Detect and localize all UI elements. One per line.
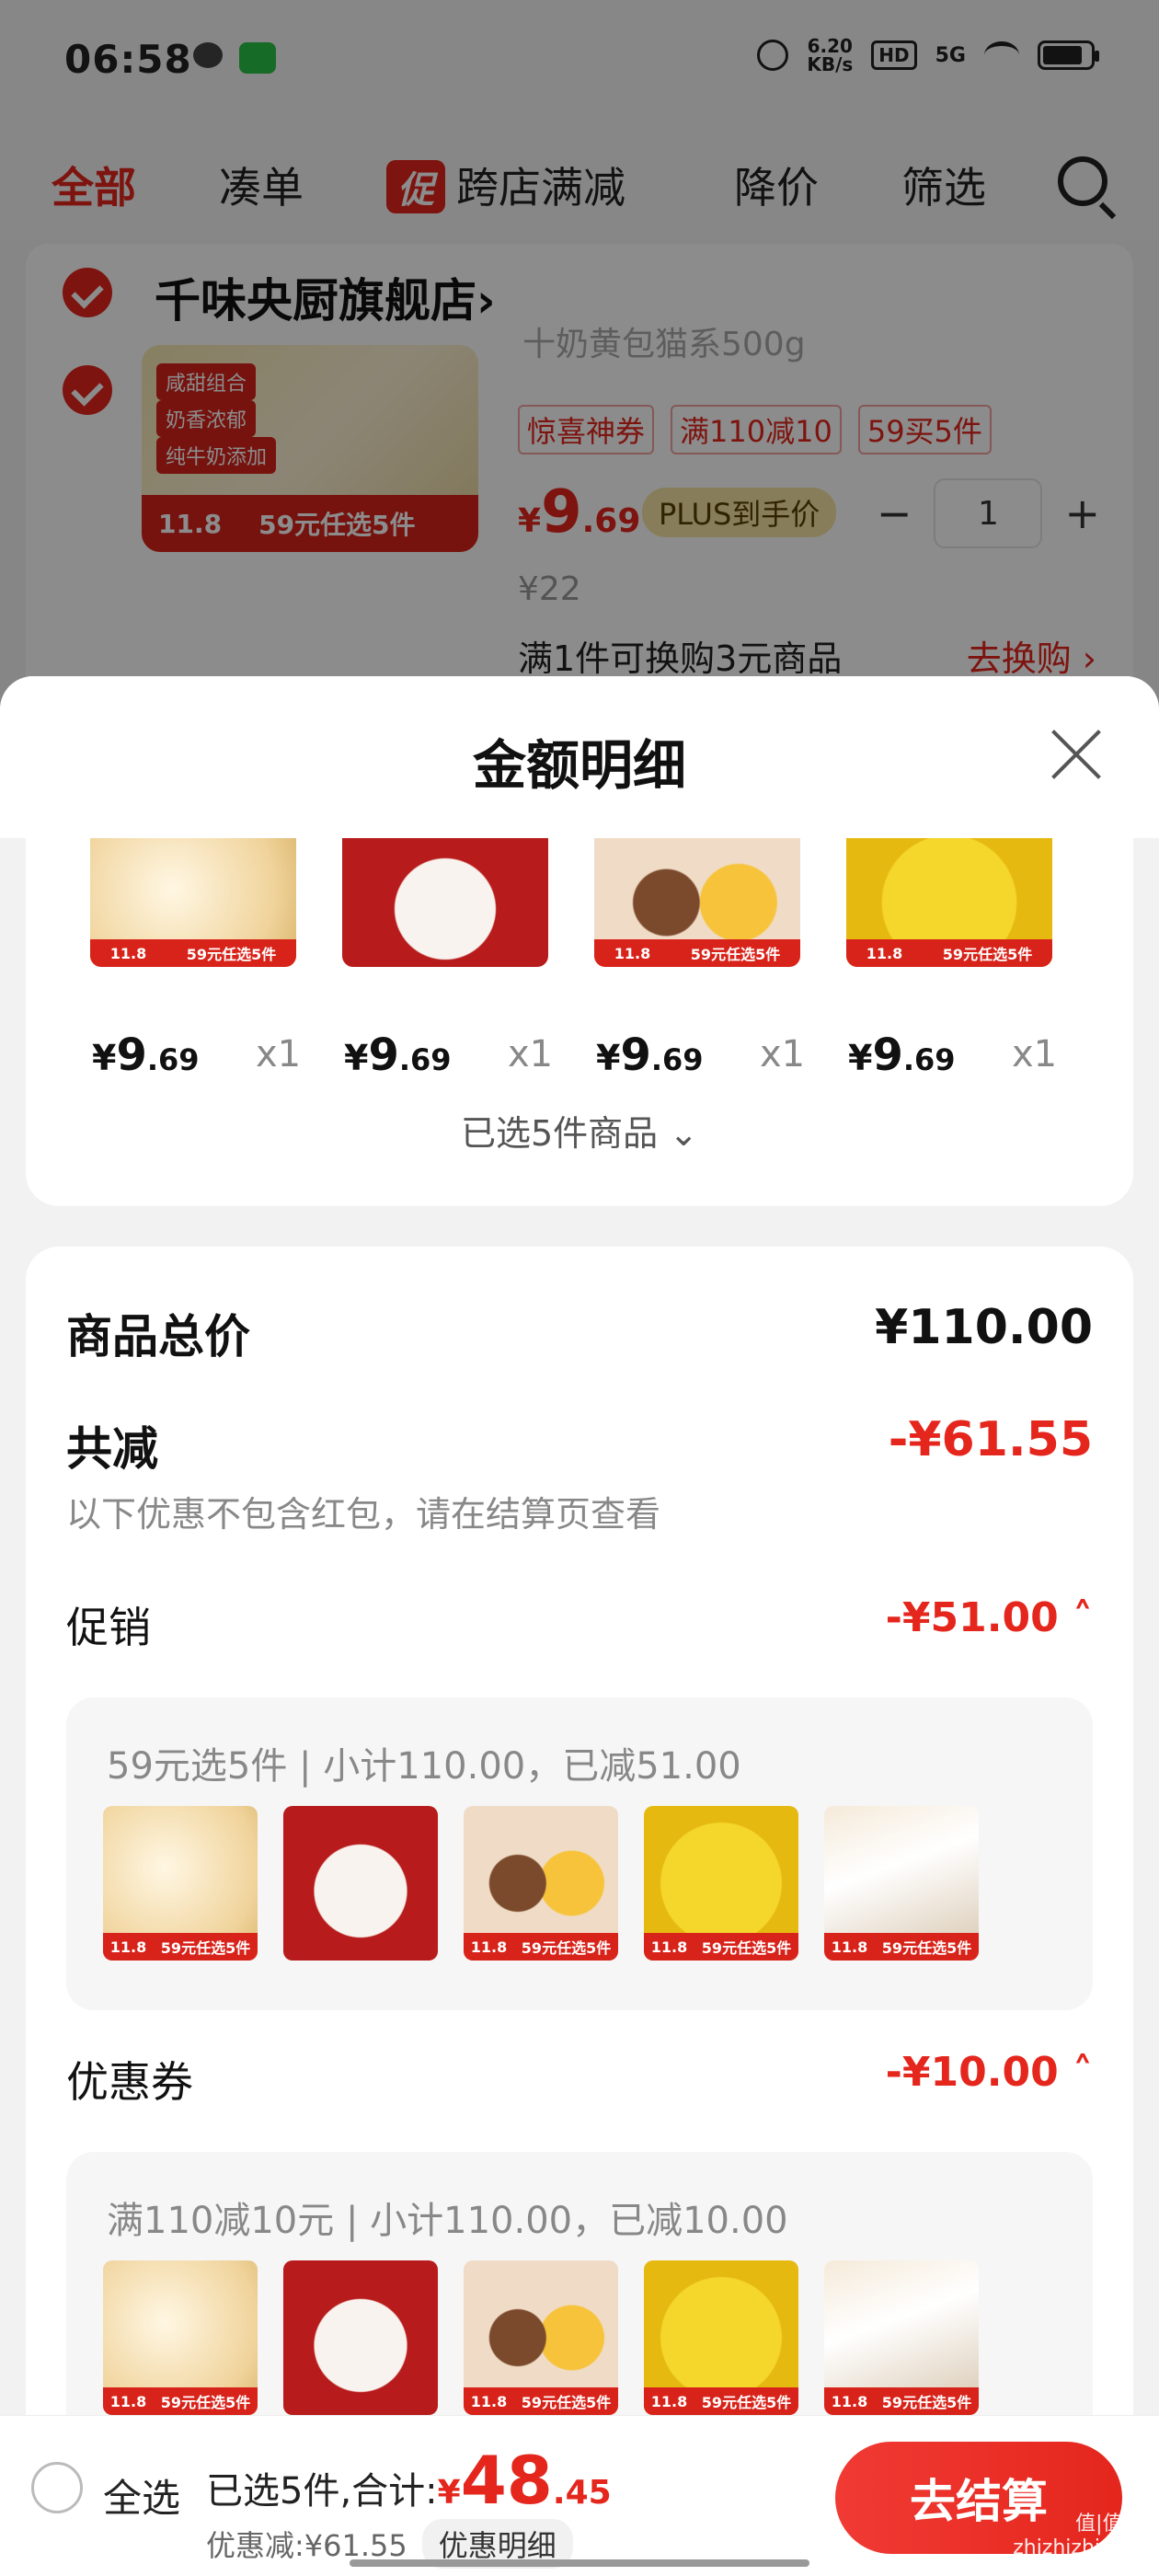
item-thumbnail: 11.8 59元任选5件 xyxy=(90,838,296,967)
watermark: 值|值|值 zhizhizhi.com xyxy=(1013,2513,1150,2559)
item-thumbnail[interactable]: 11.8 59元任选5件 xyxy=(103,2260,258,2415)
select-all-label[interactable]: 全选 xyxy=(103,2467,180,2524)
promo-caption: 59元选5件 | 小计110.00，已减51.00 xyxy=(107,1745,741,1788)
item-thumbnail[interactable]: 11.8 59元任选5件 xyxy=(824,1806,979,1961)
item-thumbnail: 11.8 59元任选5件 xyxy=(594,838,800,967)
item-price: ¥9.69 xyxy=(92,1029,200,1081)
total-amount: ¥48.45 xyxy=(437,2442,612,2519)
promo-section-label: 促销 xyxy=(66,1603,151,1652)
selected-items-card: 11.8 59元任选5件 ¥9.69 x1 ¥9.69 x1 11.8 59元任选5… xyxy=(26,838,1133,1206)
item-thumbnail[interactable]: 11.8 59元任选5件 xyxy=(464,1806,618,1961)
reduce-label: 共减 xyxy=(66,1422,158,1476)
list-item[interactable]: 11.8 59元任选5件 ¥9.69 x1 xyxy=(530,838,805,1081)
item-price: ¥9.69 xyxy=(344,1029,452,1081)
promo-section-box: 59元选5件 | 小计110.00，已减51.00 11.8 59元任选5件 11… xyxy=(66,1697,1093,2010)
list-item[interactable]: 11.8 59元任选5件 ¥9.69 x1 xyxy=(782,838,1057,1081)
reduce-value: -¥61.55 xyxy=(888,1412,1093,1467)
coupon-section-toggle[interactable]: -¥10.00 ˄ xyxy=(886,2049,1093,2096)
reduce-note: 以下优惠不包含红包，请在结算页查看 xyxy=(66,1494,661,1535)
selected-items-toggle[interactable]: 已选5件商品 ⌄ xyxy=(26,1105,1133,1156)
item-thumbnail[interactable]: 11.8 59元任选5件 xyxy=(644,2260,798,2415)
price-summary-card: 商品总价 ¥110.00 共减 -¥61.55 以下优惠不包含红包，请在结算页查… xyxy=(26,1247,1133,2576)
item-thumbnail[interactable]: 11.8 59元任选5件 xyxy=(824,2260,979,2415)
list-item[interactable]: 11.8 59元任选5件 ¥9.69 x1 xyxy=(26,838,301,1081)
list-item[interactable]: ¥9.69 x1 xyxy=(278,838,553,1081)
item-thumbnail[interactable]: 11.8 59元任选5件 xyxy=(464,2260,618,2415)
item-thumbnail[interactable]: 11.8 59元任选5件 xyxy=(644,1806,798,1961)
sheet-title: 金额明细 xyxy=(472,734,686,797)
amount-detail-sheet: 金额明细 11.8 59元任选5件 ¥9.69 x1 ¥9.69 x1 11.8 5… xyxy=(0,676,1159,2576)
item-thumbnail[interactable] xyxy=(283,2260,438,2415)
total-line: 已选5件,合计:¥48.45 xyxy=(206,2442,612,2519)
coupon-section-label: 优惠券 xyxy=(66,2057,193,2107)
coupon-caption: 满110减10元 | 小计110.00，已减10.00 xyxy=(107,2200,788,2242)
select-all-radio[interactable] xyxy=(31,2462,83,2513)
item-thumbnail[interactable] xyxy=(283,1806,438,1961)
total-price-label: 商品总价 xyxy=(66,1310,250,1363)
home-indicator[interactable] xyxy=(350,2559,809,2567)
total-price-value: ¥110.00 xyxy=(875,1300,1093,1355)
item-price: ¥9.69 xyxy=(596,1029,704,1081)
item-qty: x1 xyxy=(1012,1033,1058,1075)
item-thumbnail xyxy=(342,838,548,967)
item-thumbnail[interactable]: 11.8 59元任选5件 xyxy=(103,1806,258,1961)
close-icon[interactable] xyxy=(1049,728,1104,783)
item-price: ¥9.69 xyxy=(848,1029,956,1081)
item-thumbnail: 11.8 59元任选5件 xyxy=(846,838,1052,967)
checkout-bar: 全选 已选5件,合计:¥48.45 优惠减:¥61.55 优惠明细 去结算 值|… xyxy=(0,2415,1159,2576)
promo-section-toggle[interactable]: -¥51.00 ˄ xyxy=(886,1594,1093,1641)
